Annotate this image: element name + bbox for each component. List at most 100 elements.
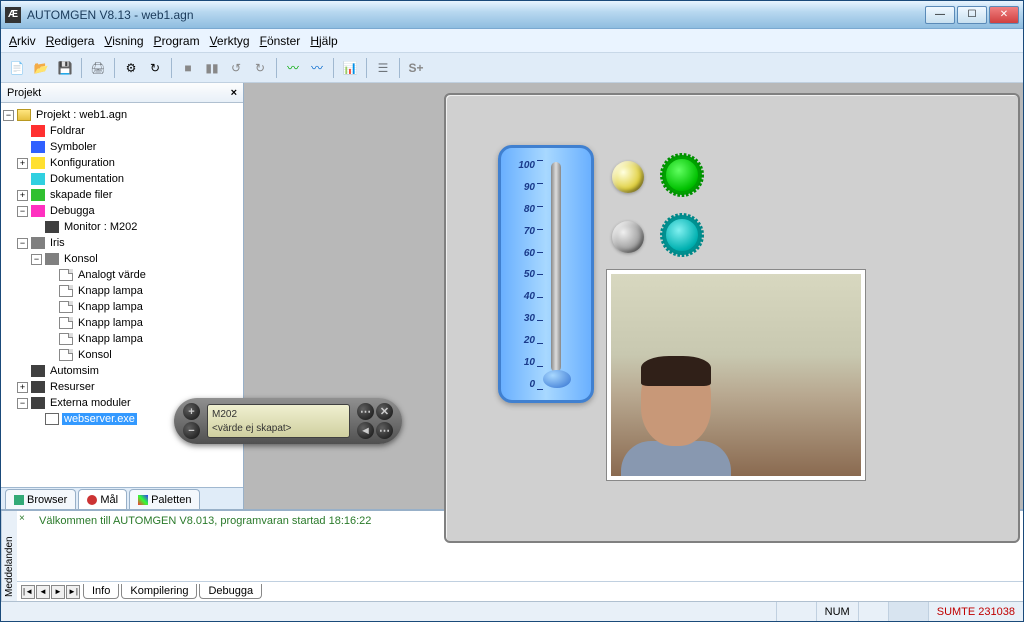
tree-konfiguration[interactable]: Konfiguration	[48, 157, 117, 169]
tab-mal[interactable]: Mål	[78, 489, 127, 509]
pause-icon[interactable]: ▮▮	[202, 58, 222, 78]
minimize-button[interactable]: —	[925, 6, 955, 24]
lamp-gray[interactable]	[612, 221, 644, 253]
page-icon	[59, 333, 73, 345]
tree-webserver[interactable]: webserver.exe	[62, 413, 137, 425]
thermometer-ticks	[537, 160, 543, 390]
folder-icon	[31, 365, 45, 377]
tree-monitor[interactable]: Monitor : M202	[62, 221, 139, 233]
app-icon: Æ	[5, 7, 21, 23]
tree-knapp3[interactable]: Knapp lampa	[76, 317, 145, 329]
stop-icon[interactable]: ■	[178, 58, 198, 78]
tree-debugga[interactable]: Debugga	[48, 205, 97, 217]
folder-icon	[31, 237, 45, 249]
knob-cyan[interactable]	[662, 215, 702, 255]
tree-analogt[interactable]: Analogt värde	[76, 269, 148, 281]
s-plus-icon[interactable]: S+	[406, 58, 426, 78]
tab-debugga[interactable]: Debugga	[199, 584, 262, 599]
tree-symboler[interactable]: Symboler	[48, 141, 98, 153]
new-file-icon[interactable]: 📄	[7, 58, 27, 78]
maximize-button[interactable]: ☐	[957, 6, 987, 24]
folder-icon	[31, 141, 45, 153]
menu-fonster[interactable]: Fönster	[260, 34, 301, 48]
monitor-more-button[interactable]: ⋯	[376, 422, 393, 439]
menu-visning[interactable]: Visning	[104, 34, 143, 48]
tree-expander[interactable]: −	[17, 206, 28, 217]
tree-foldrar[interactable]: Foldrar	[48, 125, 87, 137]
tree-expander[interactable]: +	[17, 190, 28, 201]
open-folder-icon[interactable]: 📂	[31, 58, 51, 78]
menu-redigera[interactable]: Redigera	[46, 34, 95, 48]
menu-arkiv[interactable]: AArkivrkiv	[9, 34, 36, 48]
monitor-display: M202 <värde ej skapat>	[207, 404, 350, 438]
tree-knapp1[interactable]: Knapp lampa	[76, 285, 145, 297]
tab-browser[interactable]: Browser	[5, 489, 76, 509]
lamp-yellow[interactable]	[612, 161, 644, 193]
print-icon[interactable]: 🖨	[88, 58, 108, 78]
tree-automsim[interactable]: Automsim	[48, 365, 101, 377]
tree-externa[interactable]: Externa moduler	[48, 397, 133, 409]
webcam-frame	[606, 269, 866, 481]
panel-close-icon[interactable]: ×	[231, 87, 237, 99]
folder-icon	[31, 189, 45, 201]
gear-icon[interactable]: ⚙	[121, 58, 141, 78]
tree-expander[interactable]: +	[17, 158, 28, 169]
toolbar-separator	[333, 58, 334, 78]
tree-root[interactable]: Projekt : web1.agn	[34, 109, 129, 121]
monitor-settings-button[interactable]: ⋯	[357, 403, 374, 420]
browser-icon	[14, 495, 24, 505]
status-gap2	[888, 602, 928, 621]
tree-konsol[interactable]: Konsol	[62, 253, 100, 265]
wave-green-icon[interactable]: 〰	[283, 58, 303, 78]
monitor-plus-button[interactable]: +	[183, 403, 200, 420]
target-icon	[87, 495, 97, 505]
refresh-icon[interactable]: ↻	[145, 58, 165, 78]
rotate-left-icon[interactable]: ↺	[226, 58, 246, 78]
toolbar-separator	[399, 58, 400, 78]
tree-skapade-filer[interactable]: skapade filer	[48, 189, 114, 201]
menu-verktyg[interactable]: Verktyg	[210, 34, 250, 48]
monitor-left-button[interactable]: ◄	[357, 422, 374, 439]
tree-resurser[interactable]: Resurser	[48, 381, 97, 393]
tree-expander[interactable]: −	[31, 254, 42, 265]
monitor-widget[interactable]: + − M202 <värde ej skapat> ⋯ ◄ ✕ ⋯	[174, 398, 402, 444]
tab-paletten[interactable]: Paletten	[129, 489, 200, 509]
monitor-minus-button[interactable]: −	[183, 422, 200, 439]
chart-icon[interactable]: 📊	[340, 58, 360, 78]
rotate-right-icon[interactable]: ↻	[250, 58, 270, 78]
folder-icon	[31, 173, 45, 185]
tree-expander[interactable]: −	[3, 110, 14, 121]
monitor-close-button[interactable]: ✕	[376, 403, 393, 420]
tree-iris[interactable]: Iris	[48, 237, 67, 249]
menu-hjalp[interactable]: Hjälp	[310, 34, 337, 48]
page-icon	[59, 317, 73, 329]
tree-konsol2[interactable]: Konsol	[76, 349, 114, 361]
knob-green[interactable]	[662, 155, 702, 195]
nav-first-icon[interactable]: |◄	[21, 585, 35, 599]
person-icon	[631, 356, 731, 476]
tree-expander[interactable]: −	[17, 398, 28, 409]
tree-dokumentation[interactable]: Dokumentation	[48, 173, 126, 185]
list-icon[interactable]: ☰	[373, 58, 393, 78]
page-icon	[59, 285, 73, 297]
nav-next-icon[interactable]: ►	[51, 585, 65, 599]
project-sidebar: Projekt × −Projekt : web1.agn Foldrar Sy…	[1, 83, 244, 509]
tab-info[interactable]: Info	[83, 584, 119, 599]
tree-knapp2[interactable]: Knapp lampa	[76, 301, 145, 313]
nav-last-icon[interactable]: ►|	[66, 585, 80, 599]
tree-knapp4[interactable]: Knapp lampa	[76, 333, 145, 345]
messages-panel: Meddelanden × Välkommen till AUTOMGEN V8…	[1, 509, 1023, 601]
close-button[interactable]: ✕	[989, 6, 1019, 24]
save-icon[interactable]: 💾	[55, 58, 75, 78]
tree-expander[interactable]: +	[17, 382, 28, 393]
messages-close-icon[interactable]: ×	[19, 513, 31, 525]
tree-expander[interactable]: −	[17, 238, 28, 249]
nav-prev-icon[interactable]: ◄	[36, 585, 50, 599]
folder-icon	[17, 109, 31, 121]
thermometer[interactable]: 1009080706050403020100	[498, 145, 594, 403]
wave-blue-icon[interactable]: 〰	[307, 58, 327, 78]
menu-program[interactable]: Program	[154, 34, 200, 48]
tab-kompilering[interactable]: Kompilering	[121, 584, 197, 599]
toolbar-separator	[114, 58, 115, 78]
sidebar-tabs: Browser Mål Paletten	[1, 487, 243, 509]
